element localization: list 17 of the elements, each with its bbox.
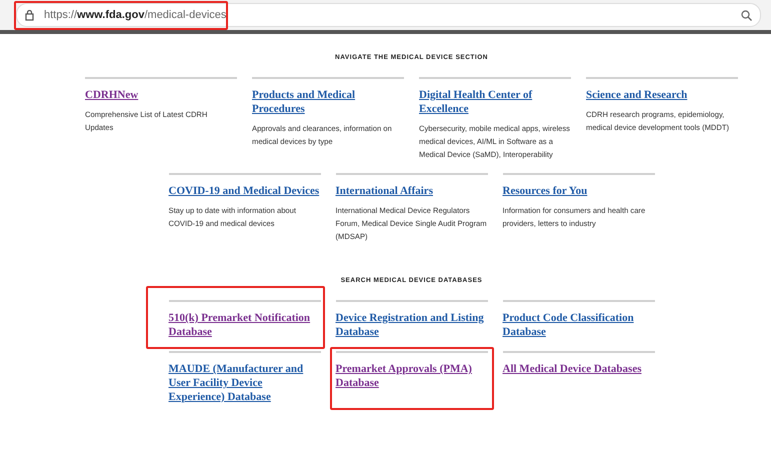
link[interactable]: 510(k) Premarket Notification Database [168, 311, 320, 339]
lock-icon [25, 10, 34, 20]
link[interactable]: International Affairs [336, 184, 488, 198]
link[interactable]: Product Code Classification Database [502, 311, 654, 339]
search-icon[interactable] [741, 10, 752, 20]
link[interactable]: COVID-19 and Medical Devices [168, 184, 320, 198]
link[interactable]: Products and Medical Procedures [252, 88, 404, 116]
link[interactable]: Digital Health Center of Excellence [419, 88, 571, 116]
link[interactable]: Device Registration and Listing Database [336, 311, 488, 339]
link[interactable]: MAUDE (Manufacturer and User Facility Device Experience) Database [168, 362, 320, 404]
link[interactable]: All Medical Device Databases [502, 362, 654, 376]
link[interactable]: Premarket Approvals (PMA) Database [336, 362, 488, 390]
address-bar[interactable]: https://www.fda.gov/medical-devices [16, 3, 761, 27]
link[interactable]: CDRHNew [85, 88, 237, 102]
link[interactable]: Science and Research [586, 88, 738, 102]
link[interactable]: Resources for You [502, 184, 654, 198]
url-text: https://www.fda.gov/medical-devices [44, 9, 226, 21]
